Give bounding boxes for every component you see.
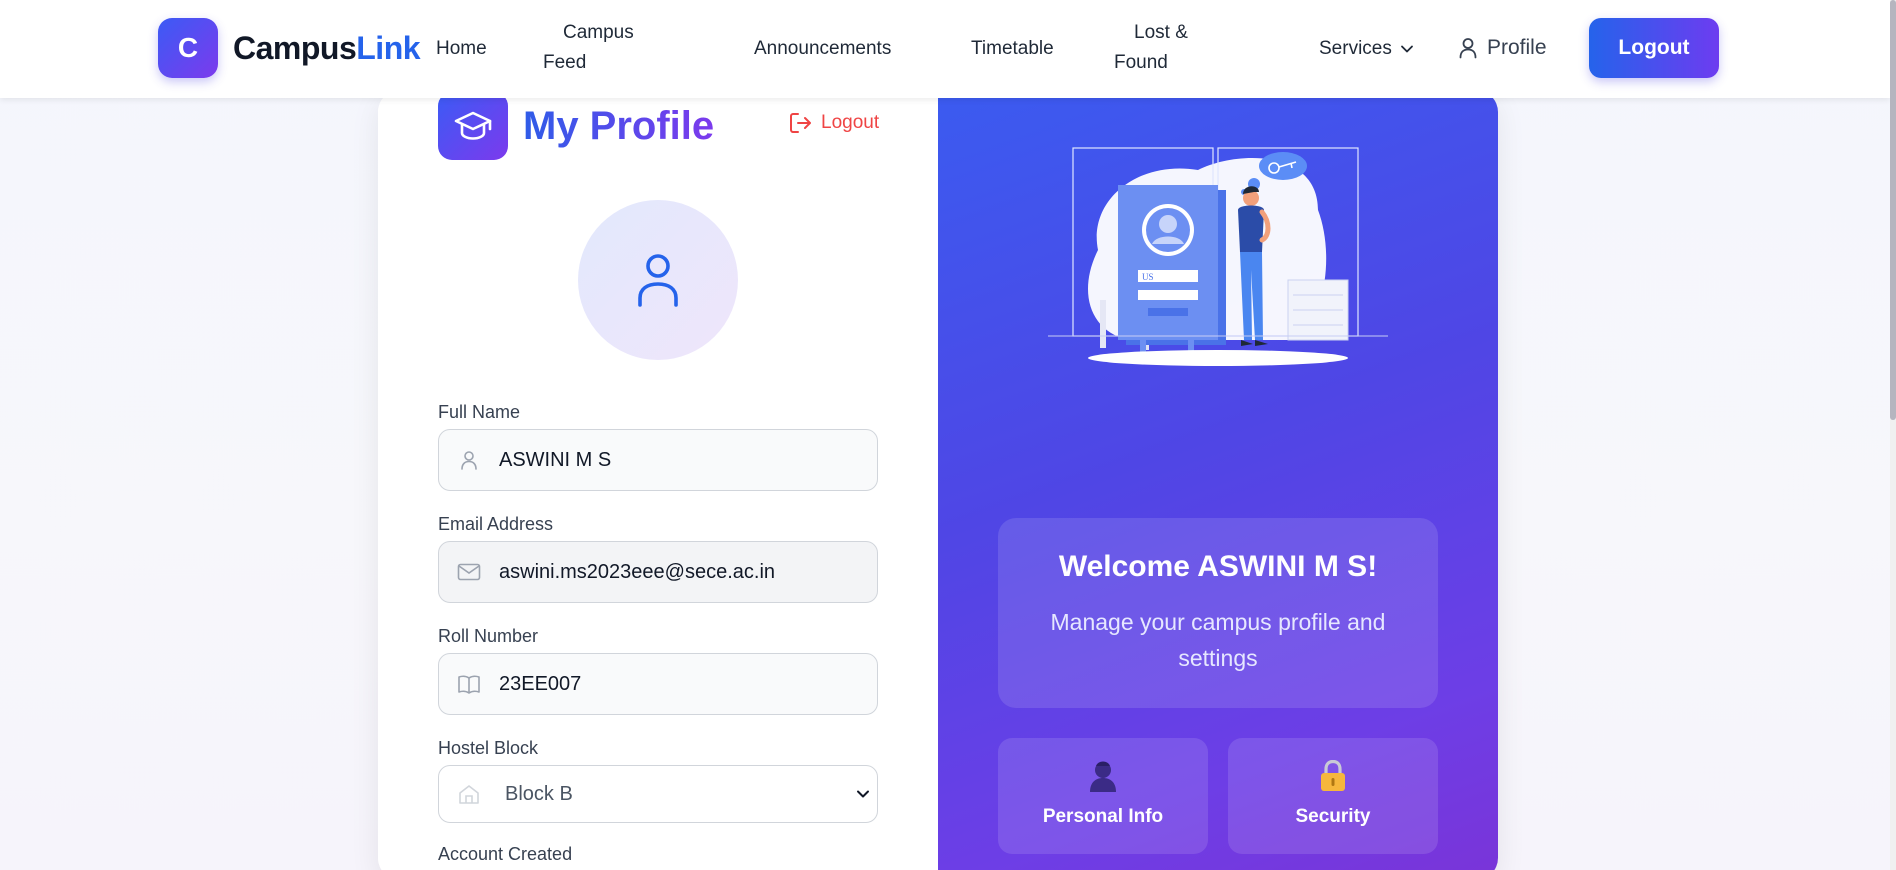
nav-profile-label: Profile [1487, 36, 1547, 59]
logout-button[interactable]: Logout [1589, 18, 1719, 78]
roll-number-value: 23EE007 [499, 672, 582, 695]
user-avatar-icon [638, 254, 678, 307]
book-icon [439, 674, 499, 694]
nav-campus-feed-line1: Campus [563, 22, 634, 43]
brand-part-1: Campus [233, 30, 357, 66]
graduation-cap-icon [438, 92, 508, 160]
email-field[interactable]: aswini.ms2023eee@sece.ac.in [438, 541, 878, 603]
welcome-panel: US Welcome ASWINI M S! Manage your campu… [938, 90, 1498, 870]
top-navbar: C CampusLink Home Campus Feed Announceme… [0, 0, 1890, 98]
home-icon [439, 784, 499, 804]
nav-profile[interactable]: Profile [1458, 33, 1547, 63]
full-name-value: ASWINI M S [499, 448, 612, 471]
nav-lost-found-line2: Found [1114, 52, 1168, 73]
security-label: Security [1295, 806, 1371, 827]
page-scrollbar[interactable] [1890, 0, 1896, 870]
profile-logout-link[interactable]: Logout [789, 112, 879, 134]
nav-campus-feed[interactable]: Campus Feed [543, 18, 673, 78]
welcome-subtitle: Manage your campus profile and settings [1050, 609, 1386, 671]
logo-icon[interactable]: C [158, 18, 218, 78]
avatar[interactable] [578, 200, 738, 360]
person-silhouette-icon [998, 760, 1208, 794]
security-card[interactable]: Security [1228, 738, 1438, 854]
hostel-block-label: Hostel Block [438, 738, 539, 758]
profile-logout-label: Logout [821, 112, 880, 133]
welcome-box: Welcome ASWINI M S! Manage your campus p… [998, 518, 1438, 708]
email-value: aswini.ms2023eee@sece.ac.in [499, 560, 776, 583]
personal-info-label: Personal Info [1042, 806, 1164, 827]
account-created-label: Account Created [438, 844, 573, 864]
page-title: My Profile [523, 104, 715, 148]
mail-icon [439, 563, 499, 581]
scrollbar-thumb[interactable] [1890, 0, 1896, 420]
user-icon [1459, 38, 1477, 59]
logout-icon [790, 113, 811, 133]
nav-lost-found-line1: Lost & [1134, 22, 1188, 43]
chevron-down-icon [1400, 45, 1413, 53]
profile-form-panel: My Profile Logout Full Name ASWINI M S E… [378, 90, 938, 870]
padlock-icon [1228, 760, 1438, 794]
brand-name[interactable]: CampusLink [233, 30, 421, 67]
roll-number-field[interactable]: 23EE007 [438, 653, 878, 715]
nav-announcements[interactable]: Announcements [754, 34, 891, 64]
nav-services-label: Services [1319, 38, 1392, 59]
welcome-title: Welcome ASWINI M S! [1058, 550, 1378, 583]
nav-lost-found[interactable]: Lost & Found [1114, 18, 1234, 78]
nav-home[interactable]: Home [436, 34, 487, 64]
brand-part-2: Link [356, 30, 421, 66]
profile-card: My Profile Logout Full Name ASWINI M S E… [378, 90, 1498, 870]
chevron-down-icon [857, 790, 869, 798]
illustration-badge-text: US [1142, 272, 1154, 282]
personal-info-card[interactable]: Personal Info [998, 738, 1208, 854]
hostel-block-select[interactable]: Block B [438, 765, 878, 823]
email-label: Email Address [438, 514, 554, 534]
nav-services-dropdown[interactable]: Services [1319, 34, 1414, 64]
nav-timetable[interactable]: Timetable [971, 34, 1054, 64]
roll-number-label: Roll Number [438, 626, 539, 646]
full-name-label: Full Name [438, 402, 521, 422]
full-name-field[interactable]: ASWINI M S [438, 429, 878, 491]
nav-campus-feed-line2: Feed [543, 52, 587, 73]
hostel-block-value: Block B [505, 782, 573, 805]
user-icon [439, 450, 499, 470]
profile-illustration: US [1048, 147, 1388, 366]
